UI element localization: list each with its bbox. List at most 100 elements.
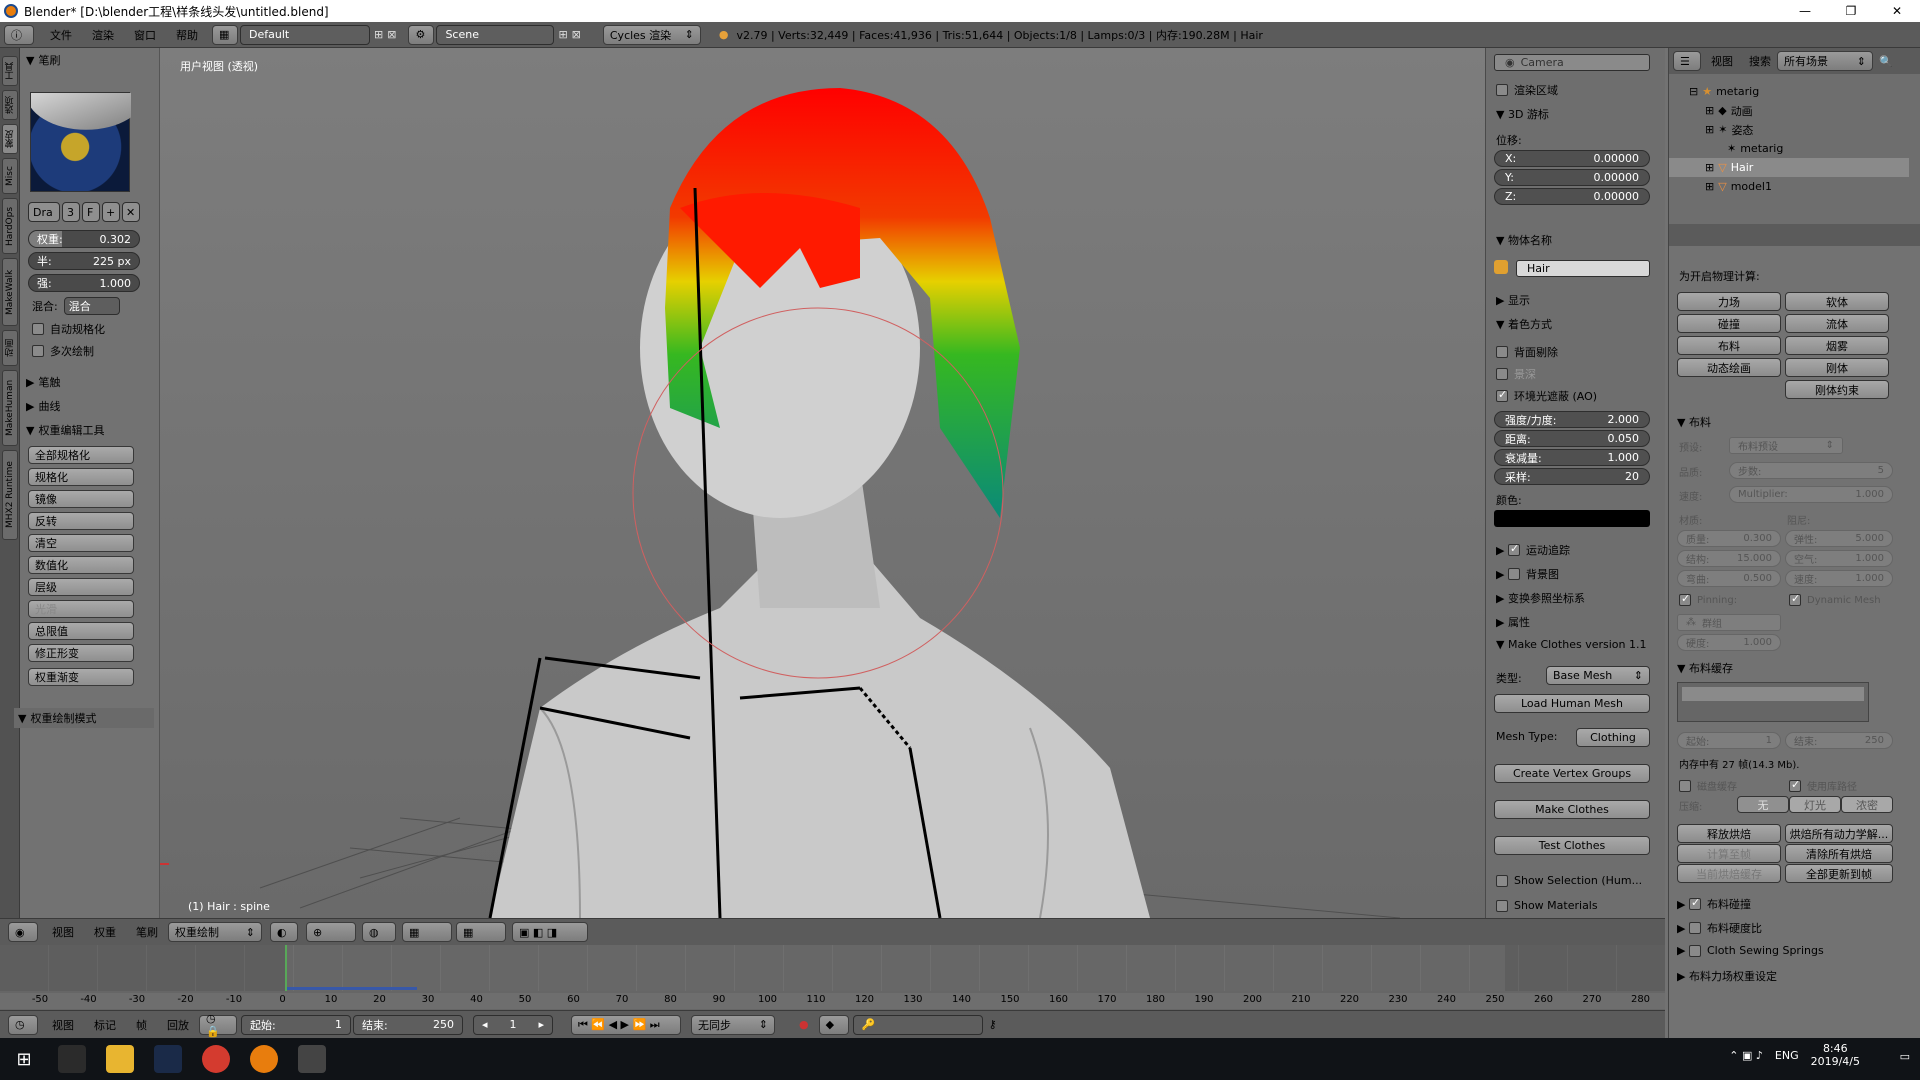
properties-tabs[interactable] [1669,224,1920,246]
viewport-menu-view[interactable]: 视图 [52,924,74,940]
shading-icon[interactable]: ◐ [270,922,298,942]
brush-fake-user[interactable]: F [82,202,100,222]
cursor-y-field[interactable]: Y: 0.00000 [1494,169,1650,186]
weight-tools-header[interactable]: ▼ 权重编辑工具 [26,422,104,438]
render-engine-select[interactable]: Cycles 渲染 ⇕ [602,24,701,45]
outliner-menu-view[interactable]: 视图 [1711,53,1733,69]
clock-date[interactable]: 2019/4/5 [1811,1055,1860,1068]
dof-checkbox[interactable]: 景深 [1496,366,1536,382]
force-field-button[interactable]: 力场 [1677,292,1781,311]
notifications-icon[interactable]: ▭ [1900,1050,1910,1063]
brush-remove-icon[interactable]: ✕ [122,202,140,222]
camera-field[interactable]: ◉ Camera [1494,54,1650,71]
limit-total-button[interactable]: 总限值 [28,622,134,640]
soft-body-button[interactable]: 软体 [1785,292,1889,311]
strength-slider[interactable]: 强: 1.000 [28,274,140,292]
item-header[interactable]: ▼ 物体名称 [1496,232,1552,248]
layout-add-icon[interactable]: ⊞ [374,28,383,41]
menu-file[interactable]: 文件 [50,27,72,43]
outliner-row[interactable]: ⊞ ✶ 姿态 [1669,120,1909,139]
timeline[interactable]: -50 -40 -30 -20 -10 0 10 20 30 40 50 60 70 80 90 100 110… [0,945,1665,1010]
levels-button[interactable]: 层级 [28,578,134,596]
brush-name-field[interactable]: Dra [28,202,60,222]
tab-makehuman[interactable]: MakeHuman [2,370,18,446]
curve-header[interactable]: ▶ 曲线 [26,398,60,414]
tab-skin[interactable]: 蒙皮 [2,124,18,154]
timeline-editor-icon[interactable]: ◷ [8,1014,38,1035]
background-images-toggle[interactable]: ▶ 背景图 [1496,566,1559,582]
timeline-menu-frame[interactable]: 帧 [136,1017,147,1033]
close-button[interactable]: ✕ [1874,0,1920,22]
object-name-field[interactable]: Hair [1516,260,1650,277]
tray-icons[interactable]: ⌃ ▣ ♪ [1729,1049,1763,1062]
mirror-button[interactable]: 镜像 [28,490,134,508]
free-all-bakes-button[interactable]: 清除所有烘焙 [1785,844,1893,863]
brush-header[interactable]: ▼ 笔刷 [26,52,60,68]
load-human-mesh-button[interactable]: Load Human Mesh [1494,694,1650,713]
steps-field[interactable]: 步数: 5 [1729,462,1893,479]
file-explorer-icon[interactable] [106,1045,134,1073]
ao-distance-field[interactable]: 距离: 0.050 [1494,430,1650,447]
viewport-menu-weights[interactable]: 权重 [94,924,116,940]
outliner-row[interactable]: ⊟ ★ metarig [1669,82,1909,101]
insert-keyframe-icon[interactable]: ⚷ [989,1018,997,1031]
cursor-z-field[interactable]: Z: 0.00000 [1494,188,1650,205]
cloth-sewing-panel[interactable]: ▶ Cloth Sewing Springs [1677,944,1824,957]
auto-normalize-checkbox[interactable]: 自动规格化 [32,321,105,337]
steam-icon[interactable] [154,1045,182,1073]
collision-button[interactable]: 碰撞 [1677,314,1781,333]
transform-orientations-header[interactable]: ▶ 变换参照坐标系 [1496,590,1585,606]
properties-header[interactable]: ▶ 属性 [1496,614,1530,630]
start-frame-field[interactable]: 起始: 1 [241,1014,351,1035]
shading-header[interactable]: ▼ 着色方式 [1496,316,1552,332]
update-all-to-frame-button[interactable]: 全部更新到帧 [1785,864,1893,883]
type-select[interactable]: Base Mesh ⇕ [1546,666,1650,685]
outliner-search-icon[interactable]: 🔍 [1879,55,1893,68]
ao-attenuation-field[interactable]: 衰减量: 1.000 [1494,449,1650,466]
motion-tracking-toggle[interactable]: ▶ 运动追踪 [1496,542,1570,558]
blend-select[interactable]: 混合 [63,297,120,315]
scene-remove-icon[interactable]: ⊠ [572,28,581,41]
multiplier-field[interactable]: Multiplier: 1.000 [1729,486,1893,503]
free-bake-button[interactable]: 释放烘焙 [1677,824,1781,843]
test-clothes-button[interactable]: Test Clothes [1494,836,1650,855]
viewport-editor-icon[interactable]: ◉ [8,922,38,942]
ao-color-swatch[interactable] [1494,510,1650,527]
outliner-row[interactable]: ⊞ ◆ 动画 [1669,101,1909,120]
quantize-button[interactable]: 数值化 [28,556,134,574]
chrome-icon[interactable] [202,1045,230,1073]
fix-deforms-button[interactable]: 修正形变 [28,644,134,662]
layers2-icon[interactable]: ▦ [456,922,506,942]
timeline-menu-view[interactable]: 视图 [52,1017,74,1033]
dynamic-paint-button[interactable]: 动态绘画 [1677,358,1781,377]
start-menu-icon[interactable]: ⊞ [0,1038,48,1080]
app-icon-1[interactable] [58,1045,86,1073]
editor-type-info-icon[interactable]: ⓘ [4,24,34,45]
keying-icon[interactable]: ◆ [818,1014,849,1035]
tab-animation[interactable]: 动画 [2,330,18,366]
cursor-x-field[interactable]: X: 0.00000 [1494,150,1650,167]
clean-button[interactable]: 清空 [28,534,134,552]
layout-icon[interactable]: ▦ [212,24,238,45]
smooth-button[interactable]: 光滑 [28,600,134,618]
field-weights-panel[interactable]: ▶ 布料力场权重设定 [1677,968,1777,984]
ao-checkbox[interactable]: 环境光遮蔽 (AO) [1496,388,1597,404]
maximize-button[interactable]: ❐ [1828,0,1874,22]
radius-slider[interactable]: 半: 225 px [28,252,140,270]
input-language[interactable]: ENG [1775,1049,1799,1062]
current-frame-line[interactable] [285,945,287,991]
weight-slider[interactable]: 权重: 0.302 [28,230,140,248]
makeclothes-header[interactable]: ▼ Make Clothes version 1.1 [1496,638,1646,651]
mask-icon[interactable]: ◍ [362,922,396,942]
cloth-preset-select[interactable]: 布料预设 ⇕ [1729,437,1843,454]
bake-all-dynamics-button[interactable]: 烘焙所有动力学解... [1785,824,1893,843]
3d-viewport[interactable]: 用户视图 (透视) (1) Hair: spine [160,48,1485,918]
outliner-row[interactable]: ✶ metarig [1669,139,1909,158]
blender-taskbar-icon[interactable] [250,1045,278,1073]
cloth-button[interactable]: 布料 [1677,336,1781,355]
clock-time[interactable]: 8:46 [1823,1042,1848,1055]
keying-set-field[interactable]: 🔑 [852,1014,983,1035]
ao-strength-field[interactable]: 强度/力度: 2.000 [1494,411,1650,428]
menu-render[interactable]: 渲染 [92,27,114,43]
timeline-menu-marker[interactable]: 标记 [94,1017,116,1033]
